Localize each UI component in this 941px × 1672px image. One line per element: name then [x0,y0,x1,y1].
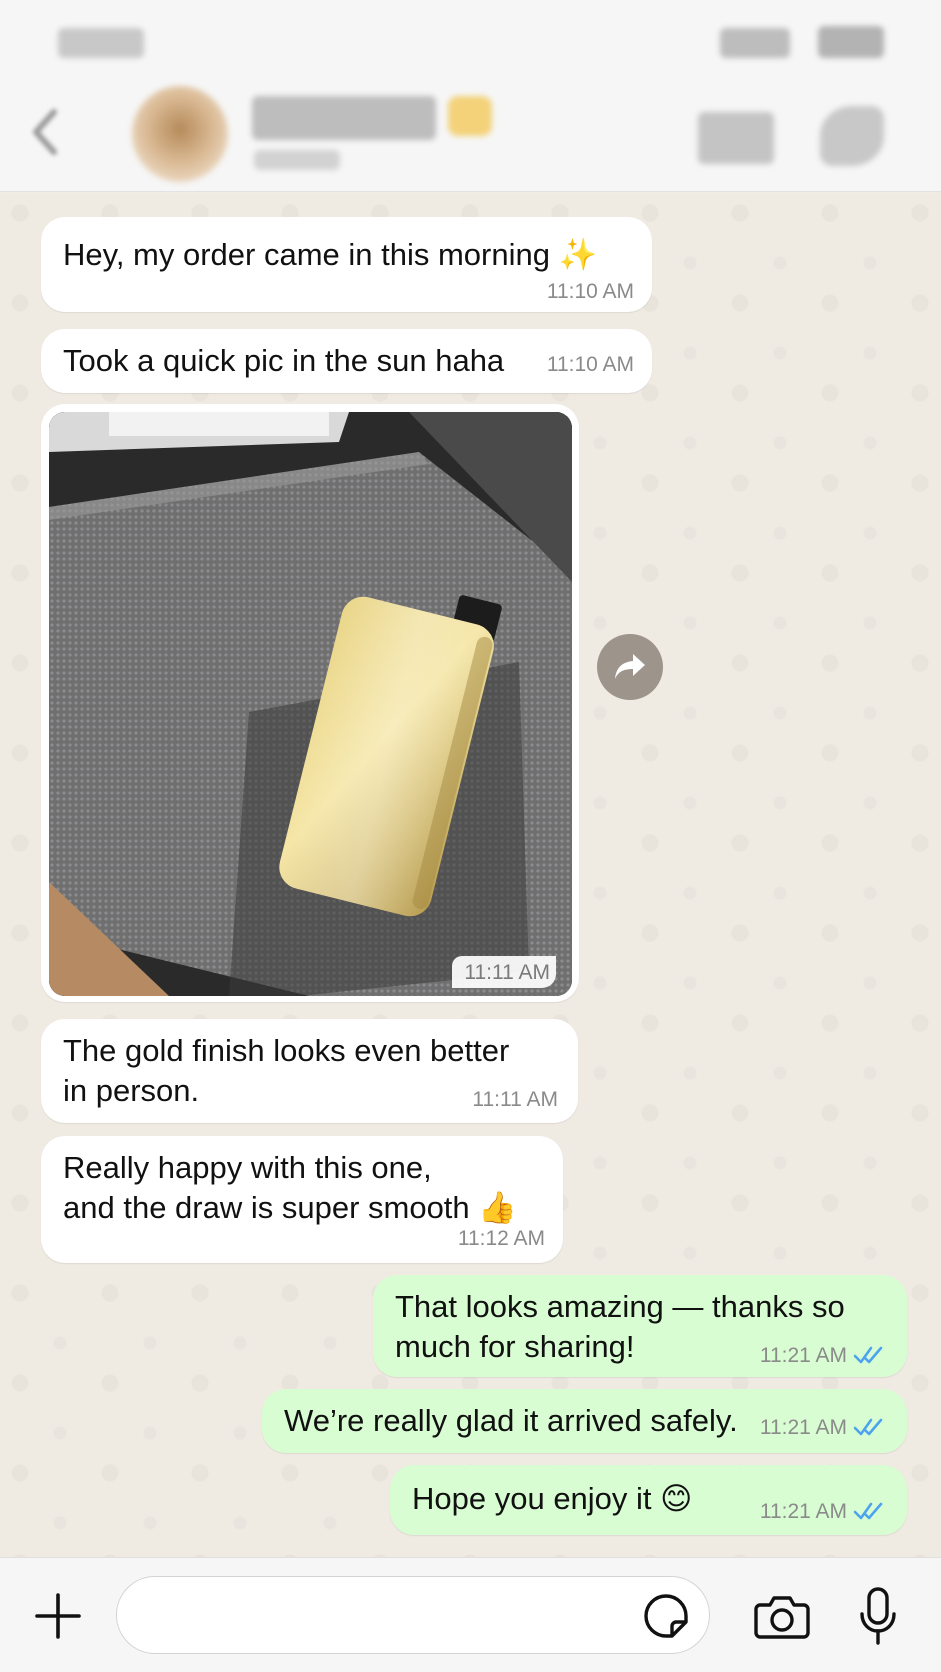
message-time: 11:10 AM [546,280,634,303]
message-bubble-outgoing[interactable]: That looks amazing — thanks so much for … [373,1275,907,1377]
plus-icon [35,1593,81,1639]
message-text: Hey, my order came in this morning ✨ [63,237,598,272]
message-time: 11:21 AM [759,1500,847,1523]
message-bubble-incoming[interactable]: Took a quick pic in the sun haha 11:10 A… [41,329,652,393]
status-time-redacted [58,28,144,58]
contact-name-redacted[interactable] [252,96,436,140]
message-composer [0,1557,941,1672]
camera-button[interactable] [752,1588,812,1644]
message-text: Hope you enjoy it 😊 [412,1481,693,1516]
message-time: 11:11 AM [452,956,556,988]
microphone-button[interactable] [852,1584,904,1648]
battery-icon [818,26,884,58]
chevron-left-icon [33,109,57,155]
message-text: Really happy with this one, and the draw… [63,1150,517,1225]
message-bubble-outgoing[interactable]: Hope you enjoy it 😊 11:21 AM [390,1465,907,1535]
message-input[interactable] [116,1576,710,1654]
double-check-icon [853,1502,883,1520]
voice-call-button[interactable] [820,106,884,166]
message-image-incoming[interactable]: 11:11 AM [41,404,579,1002]
video-camera-icon [698,112,774,164]
contact-status-redacted [254,150,340,170]
phone-icon [820,106,884,166]
photo-content [49,412,572,996]
attach-button[interactable] [30,1588,86,1644]
forward-button[interactable] [597,634,663,700]
message-time: 11:21 AM [759,1344,847,1367]
video-call-button[interactable] [698,112,774,164]
signal-wifi-icon [720,28,790,58]
message-text: Took a quick pic in the sun haha [63,343,505,378]
message-bubble-incoming[interactable]: Really happy with this one, and the draw… [41,1136,563,1263]
chat-messages[interactable]: Hey, my order came in this morning ✨ 11:… [0,193,941,1557]
message-bubble-incoming[interactable]: Hey, my order came in this morning ✨ 11:… [41,217,652,312]
message-time: 11:10 AM [546,353,634,376]
camera-icon [754,1596,810,1639]
contact-emoji-redacted [448,96,492,136]
product-photo[interactable]: 11:11 AM [49,412,572,996]
double-check-icon [853,1418,883,1436]
message-bubble-outgoing[interactable]: We’re really glad it arrived safely. 11:… [262,1389,907,1453]
back-button[interactable] [22,104,68,160]
forward-arrow-icon [615,654,645,679]
message-time: 11:21 AM [759,1416,847,1439]
chat-header [0,0,941,192]
message-text: The gold finish looks even better in per… [63,1033,510,1108]
message-text: We’re really glad it arrived safely. [284,1403,738,1438]
sticker-icon [644,1594,688,1638]
sticker-button[interactable] [638,1588,694,1644]
double-check-icon [853,1346,883,1364]
message-time: 11:12 AM [457,1227,545,1250]
message-time: 11:11 AM [472,1088,558,1111]
message-bubble-incoming[interactable]: The gold finish looks even better in per… [41,1019,578,1123]
contact-avatar[interactable] [132,86,228,182]
microphone-icon [860,1587,896,1645]
